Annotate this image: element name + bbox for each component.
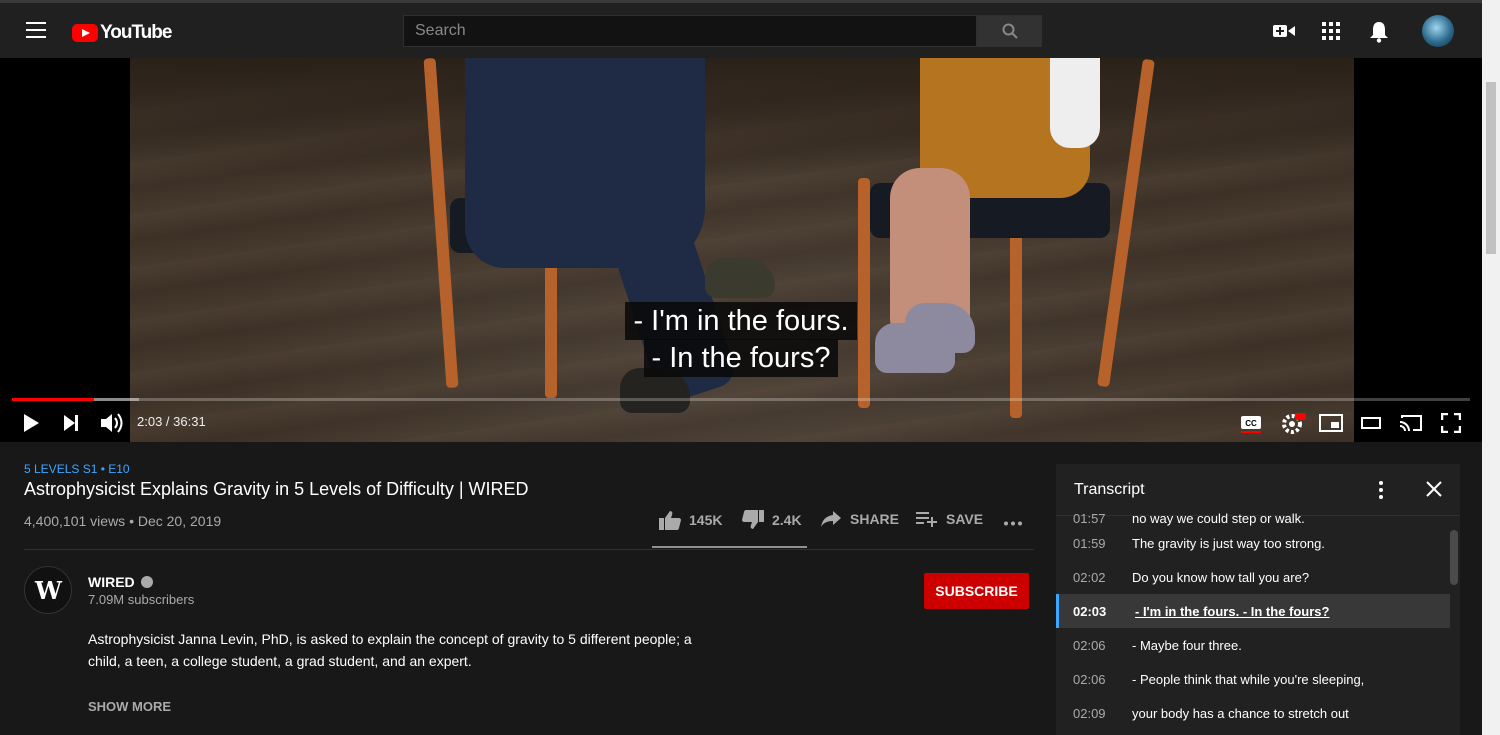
user-avatar[interactable]	[1422, 15, 1454, 47]
transcript-row[interactable]: 01:59 The gravity is just way too strong…	[1056, 526, 1450, 560]
channel-avatar[interactable]: W	[24, 566, 72, 614]
transcript-row[interactable]: 01:57 no way we could step or walk.	[1056, 512, 1450, 526]
transcript-text: - Maybe four three.	[1132, 637, 1242, 653]
verified-check-icon	[140, 576, 153, 588]
video-description: Astrophysicist Janna Levin, PhD, is aske…	[88, 631, 692, 669]
fullscreen-icon[interactable]	[1441, 413, 1461, 433]
more-actions-icon[interactable]	[1003, 521, 1023, 526]
transcript-timestamp: 02:02	[1073, 569, 1106, 585]
transcript-timestamp: 02:03	[1073, 603, 1107, 619]
youtube-play-logo-icon	[72, 24, 98, 42]
transcript-header: Transcript	[1056, 464, 1460, 516]
progress-bar[interactable]	[12, 398, 1470, 401]
transcript-row[interactable]: 02:02 Do you know how tall you are?	[1056, 560, 1450, 594]
subscribe-button[interactable]: SUBSCRIBE	[924, 573, 1029, 609]
video-title: Astrophysicist Explains Gravity in 5 Lev…	[24, 479, 529, 499]
transcript-list: 01:57 no way we could step or walk. 01:5…	[1056, 512, 1450, 730]
transcript-timestamp: 02:09	[1073, 705, 1106, 721]
youtube-watch-page: YouTube Search - I'm in the fours. - In …	[0, 0, 1500, 735]
transcript-text: Do you know how tall you are?	[1132, 569, 1310, 585]
transcript-timestamp: 01:59	[1073, 535, 1106, 551]
transcript-title: Transcript	[1074, 481, 1145, 498]
transcript-text: - I'm in the fours. - In the fours?	[1135, 603, 1330, 619]
like-count: 145K	[689, 512, 723, 528]
save-button[interactable]: SAVE	[916, 510, 983, 528]
settings-gear-icon[interactable]	[1281, 412, 1307, 434]
player-controls: 2:03 / 36:31 CC	[0, 404, 1482, 442]
next-icon[interactable]	[63, 414, 79, 432]
share-label: SHARE	[850, 511, 900, 527]
top-bar: YouTube Search	[0, 0, 1482, 58]
channel-name-row[interactable]: WIRED	[88, 574, 153, 590]
logo-text: YouTube	[100, 22, 172, 43]
play-icon[interactable]	[22, 413, 40, 433]
miniplayer-icon[interactable]	[1319, 414, 1343, 432]
thumbs-up-icon	[659, 511, 681, 530]
dislike-button[interactable]: 2.4K	[742, 510, 802, 530]
video-player[interactable]: - I'm in the fours. - In the fours? 2:03…	[0, 58, 1482, 442]
svg-text:CC: CC	[1245, 419, 1257, 428]
transcript-row[interactable]: 02:06 - People think that while you're s…	[1056, 662, 1450, 696]
transcript-timestamp: 02:06	[1073, 637, 1106, 653]
close-icon[interactable]	[1426, 481, 1442, 497]
volume-icon[interactable]	[100, 412, 124, 434]
cast-icon[interactable]	[1399, 414, 1423, 432]
more-vert-icon[interactable]	[1378, 480, 1384, 500]
search-button[interactable]	[977, 15, 1042, 47]
page-scrollbar[interactable]	[1482, 0, 1500, 735]
played-bar	[12, 398, 94, 401]
caption-line-2: - In the fours?	[0, 339, 1482, 377]
transcript-row-active[interactable]: 02:03 - I'm in the fours. - In the fours…	[1056, 594, 1450, 628]
captions-icon[interactable]: CC	[1240, 414, 1262, 434]
show-more-button[interactable]: SHOW MORE	[88, 699, 171, 714]
share-button[interactable]: SHARE	[820, 510, 899, 528]
transcript-row[interactable]: 02:09 your body has a chance to stretch …	[1056, 696, 1450, 730]
transcript-text: your body has a chance to stretch out	[1132, 705, 1349, 721]
subscriber-count: 7.09M subscribers	[88, 592, 195, 607]
search-icon	[1002, 23, 1018, 39]
dislike-count: 2.4K	[772, 512, 802, 528]
caption-line-1: - I'm in the fours.	[0, 302, 1482, 340]
theater-mode-icon[interactable]	[1361, 416, 1381, 430]
playlist-add-icon	[916, 512, 937, 527]
like-ratio-bar	[652, 546, 807, 548]
thumbs-down-icon	[742, 510, 764, 529]
youtube-logo[interactable]: YouTube	[72, 22, 172, 44]
video-frame	[130, 58, 1354, 442]
notifications-bell-icon[interactable]	[1370, 21, 1388, 43]
scrollbar-thumb[interactable]	[1486, 82, 1496, 254]
series-badge[interactable]: 5 LEVELS S1 • E10	[24, 462, 130, 476]
like-button[interactable]: 145K	[659, 510, 722, 530]
transcript-text: The gravity is just way too strong.	[1132, 535, 1325, 551]
video-meta: 4,400,101 views • Dec 20, 2019	[24, 513, 222, 529]
hamburger-menu-icon[interactable]	[26, 22, 46, 38]
channel-name[interactable]: WIRED	[88, 574, 135, 590]
share-arrow-icon	[821, 511, 841, 527]
create-video-icon[interactable]	[1273, 23, 1295, 39]
divider	[24, 549, 1034, 550]
save-label: SAVE	[946, 511, 984, 527]
transcript-timestamp: 02:06	[1073, 671, 1106, 687]
transcript-row[interactable]: 02:06 - Maybe four three.	[1056, 628, 1450, 662]
apps-grid-icon[interactable]	[1322, 22, 1340, 40]
transcript-text: - People think that while you're sleepin…	[1132, 671, 1365, 687]
time-display: 2:03 / 36:31	[137, 414, 206, 429]
search-input[interactable]: Search	[403, 15, 977, 47]
transcript-panel: Transcript 01:57 no way we could step or…	[1056, 464, 1460, 735]
transcript-scrollbar[interactable]	[1450, 530, 1458, 585]
